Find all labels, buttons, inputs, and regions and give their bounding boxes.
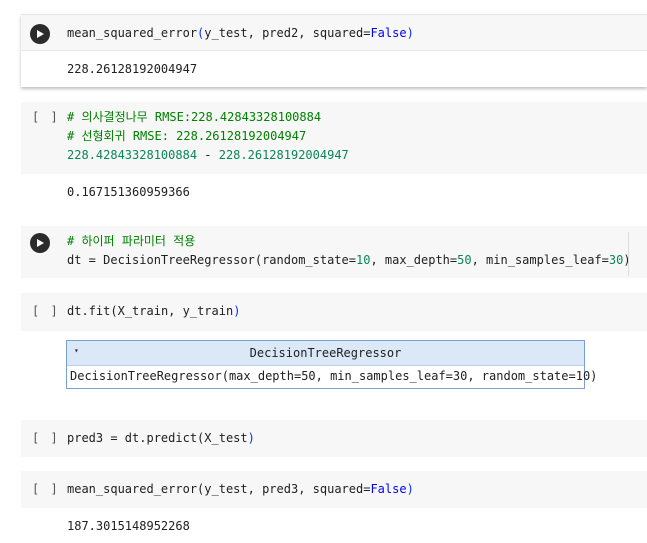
code-line[interactable]: # 의사결정나무 RMSE:228.42843328100884 [67,108,321,127]
code-line[interactable]: dt = DecisionTreeRegressor(random_state=… [67,251,631,270]
execution-count-bracket[interactable]: [ ] [32,110,60,124]
cell-editor[interactable]: [ ] mean_squared_error(y_test, pred3, sq… [21,471,647,508]
code-token: ) [406,26,414,40]
cell-output: 187.3015148952268 [67,519,190,533]
estimator-header[interactable]: ▾ DecisionTreeRegressor [67,341,584,366]
code-token: 228.26128192004947 [218,148,349,162]
code-token: pred3 = dt.predict [67,431,198,445]
execution-count-bracket[interactable]: [ ] [32,431,60,445]
code-token: 10 [355,253,371,267]
code-cell-5[interactable]: [ ] pred3 = dt.predict(X_test) [21,420,647,457]
code-token: # 하이퍼 파라미터 적용 [67,234,196,248]
play-icon [37,30,44,38]
code-token: ( [110,304,118,318]
code-token: , max_depth= [370,253,458,267]
cell-gutter: [ ] [21,420,61,457]
cell-output: 0.167151360959366 [67,185,190,199]
run-cell-button[interactable] [30,233,50,253]
execution-count-bracket[interactable]: [ ] [32,482,60,496]
code-line[interactable]: mean_squared_error(y_test, pred2, square… [67,24,414,43]
code-token: # 의사결정나무 RMSE:228.42843328100884 [67,110,322,124]
code-token: ) [406,482,414,496]
run-cell-button[interactable] [30,24,50,44]
code-token: ) [247,431,255,445]
code-token: ) [623,253,631,267]
estimator-repr: DecisionTreeRegressor(max_depth=50, min_… [70,369,598,383]
cell-gutter: [ ] [21,293,61,331]
code-token: X_train, y_train [117,304,234,318]
code-token: y_test, pred2, squared= [204,26,371,40]
cell-gutter [21,226,61,278]
code-token: 50 [457,253,472,267]
code-cell-1[interactable]: mean_squared_error(y_test, pred2, square… [21,14,647,87]
cell-editor[interactable]: [ ] dt.fit(X_train, y_train) [21,293,647,331]
code-line[interactable]: dt.fit(X_train, y_train) [67,302,240,321]
execution-count-bracket[interactable]: [ ] [32,304,60,318]
code-line[interactable]: mean_squared_error(y_test, pred3, square… [67,480,414,499]
estimator-display[interactable]: ▾ DecisionTreeRegressor DecisionTreeRegr… [66,340,597,389]
cell-editor[interactable]: [ ] pred3 = dt.predict(X_test) [21,420,647,457]
cell-output: 228.26128192004947 [67,62,198,76]
cell-gutter: [ ] [21,471,61,508]
code-token: ) [233,304,241,318]
code-token: mean_squared_error [67,26,198,40]
cell-gutter: [ ] [21,102,61,174]
code-token: 228.42843328100884 [67,148,198,162]
code-line[interactable]: # 선형회귀 RMSE: 228.26128192004947 [67,127,306,146]
collapse-arrow-icon[interactable]: ▾ [74,346,79,355]
code-cell-4[interactable]: [ ] dt.fit(X_train, y_train) ▾ DecisionT… [21,293,647,395]
code-line[interactable]: 228.42843328100884 - 228.26128192004947 [67,146,349,165]
code-token: 30 [608,253,624,267]
code-line[interactable]: pred3 = dt.predict(X_test) [67,429,255,448]
code-token: - [197,148,219,162]
code-line[interactable]: # 하이퍼 파라미터 적용 [67,232,195,251]
code-cell-3[interactable]: # 하이퍼 파라미터 적용 dt = DecisionTreeRegressor… [21,226,647,278]
code-token: X_test [204,431,248,445]
code-cell-6[interactable]: [ ] mean_squared_error(y_test, pred3, sq… [21,471,647,543]
code-token: dt = DecisionTreeRegressor(random_state= [67,253,356,267]
cell-divider [628,232,629,276]
code-cell-2[interactable]: [ ] # 의사결정나무 RMSE:228.42843328100884 # 선… [21,102,647,207]
code-token: dt.fit [67,304,111,318]
code-token: mean_squared_error [67,482,198,496]
code-token: y_test, pred3, squared= [204,482,371,496]
code-token: False [370,26,407,40]
estimator-title: DecisionTreeRegressor [249,346,402,360]
code-token: # 선형회귀 RMSE: 228.26128192004947 [67,129,307,143]
code-token: False [370,482,407,496]
cell-editor[interactable]: # 하이퍼 파라미터 적용 dt = DecisionTreeRegressor… [21,226,647,278]
cell-editor[interactable]: mean_squared_error(y_test, pred2, square… [21,14,647,51]
cell-editor[interactable]: [ ] # 의사결정나무 RMSE:228.42843328100884 # 선… [21,102,647,174]
play-icon [37,239,44,247]
code-token: , min_samples_leaf= [471,253,609,267]
cell-gutter [21,15,61,51]
